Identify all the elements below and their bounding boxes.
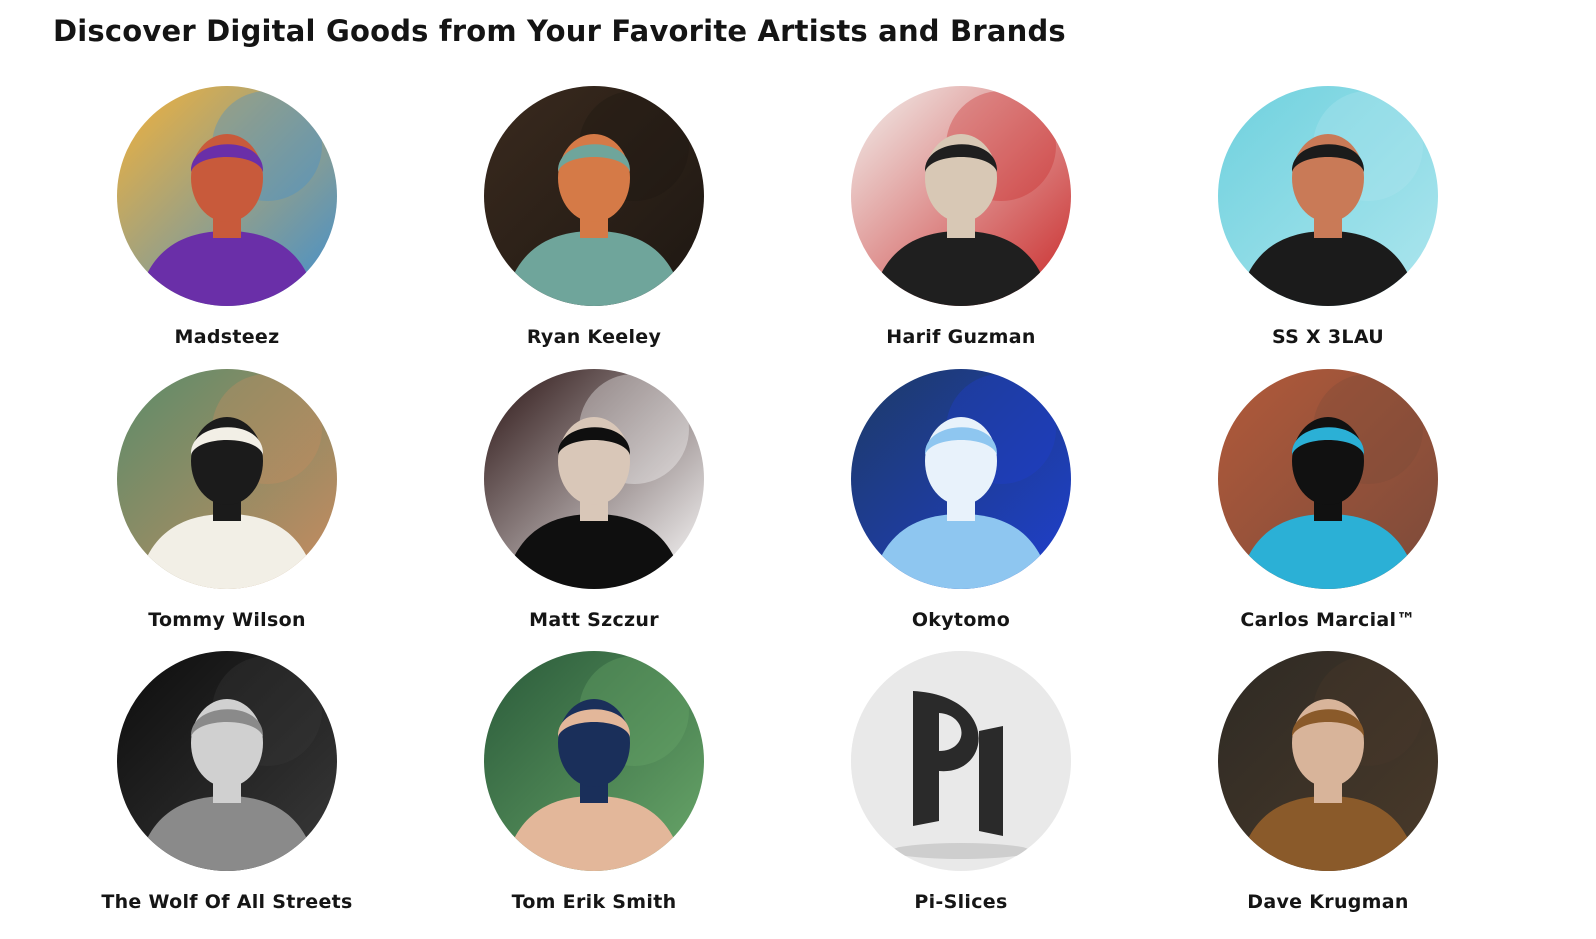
artist-name[interactable]: Okytomo xyxy=(811,609,1111,631)
artist-avatar[interactable] xyxy=(1218,369,1438,589)
artist-card[interactable]: Ryan Keeley xyxy=(444,86,744,356)
portrait-image xyxy=(1218,369,1438,589)
artist-avatar[interactable] xyxy=(1218,651,1438,871)
artist-card[interactable]: Carlos Marcial™ xyxy=(1178,369,1478,639)
portrait-image xyxy=(117,86,337,306)
artist-card[interactable]: SS X 3LAU xyxy=(1178,86,1478,356)
portrait-image xyxy=(1218,86,1438,306)
artist-avatar[interactable] xyxy=(117,369,337,589)
artist-avatar[interactable] xyxy=(851,86,1071,306)
artist-name[interactable]: SS X 3LAU xyxy=(1178,326,1478,348)
artist-avatar[interactable] xyxy=(484,651,704,871)
artist-name[interactable]: Matt Szczur xyxy=(444,609,744,631)
artist-avatar[interactable] xyxy=(851,369,1071,589)
logo-mark-image xyxy=(851,651,1071,871)
artist-avatar[interactable] xyxy=(484,86,704,306)
artist-name[interactable]: Madsteez xyxy=(77,326,377,348)
artist-name[interactable]: Tom Erik Smith xyxy=(444,891,744,913)
artist-avatar[interactable] xyxy=(851,651,1071,871)
portrait-image xyxy=(484,651,704,871)
artist-avatar[interactable] xyxy=(117,86,337,306)
artist-name[interactable]: Tommy Wilson xyxy=(77,609,377,631)
artist-card[interactable]: Matt Szczur xyxy=(444,369,744,639)
portrait-image xyxy=(851,86,1071,306)
artist-card[interactable]: Dave Krugman xyxy=(1178,651,1478,921)
artist-name[interactable]: Dave Krugman xyxy=(1178,891,1478,913)
artist-avatar[interactable] xyxy=(484,369,704,589)
artist-card[interactable]: Okytomo xyxy=(811,369,1111,639)
portrait-image xyxy=(117,651,337,871)
artist-card[interactable]: Madsteez xyxy=(77,86,377,356)
artist-card[interactable]: The Wolf Of All Streets xyxy=(77,651,377,921)
portrait-image xyxy=(117,369,337,589)
artist-avatar[interactable] xyxy=(1218,86,1438,306)
artist-avatar[interactable] xyxy=(117,651,337,871)
artist-name[interactable]: Carlos Marcial™ xyxy=(1178,609,1478,631)
artist-grid: Madsteez Ryan Keeley Harif Guzman SS X 3… xyxy=(0,0,1596,939)
artist-name[interactable]: Pi-Slices xyxy=(811,891,1111,913)
portrait-image xyxy=(1218,651,1438,871)
portrait-image xyxy=(484,369,704,589)
portrait-image xyxy=(484,86,704,306)
artist-name[interactable]: The Wolf Of All Streets xyxy=(77,891,377,913)
artist-name[interactable]: Ryan Keeley xyxy=(444,326,744,348)
portrait-image xyxy=(851,369,1071,589)
artist-name[interactable]: Harif Guzman xyxy=(811,326,1111,348)
artist-card[interactable]: Pi-Slices xyxy=(811,651,1111,921)
artist-card[interactable]: Harif Guzman xyxy=(811,86,1111,356)
artist-card[interactable]: Tommy Wilson xyxy=(77,369,377,639)
artist-card[interactable]: Tom Erik Smith xyxy=(444,651,744,921)
